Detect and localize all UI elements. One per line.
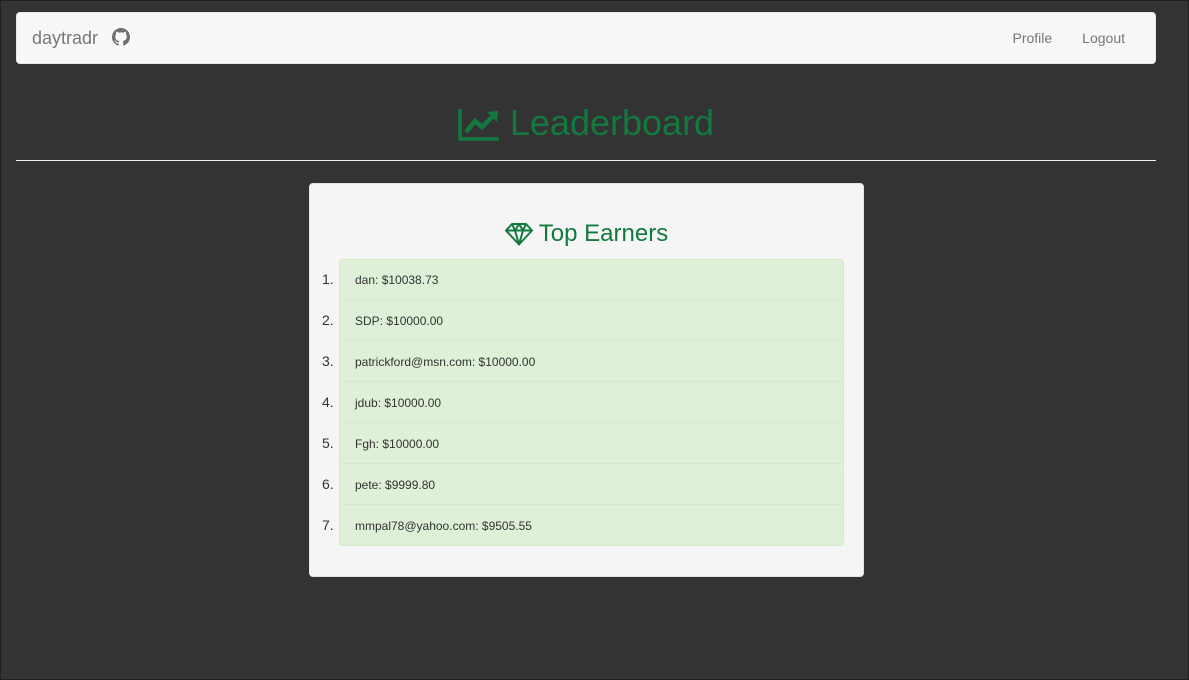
leaderboard-row: 1. dan: $10038.73	[310, 259, 863, 300]
nav-links: Profile Logout	[997, 13, 1140, 63]
rank-number: 4.	[322, 394, 334, 410]
page-title: Leaderboard	[458, 91, 714, 155]
leaderboard-entry: Fgh: $10000.00	[339, 423, 844, 464]
logout-link[interactable]: Logout	[1067, 13, 1140, 63]
page-header: Leaderboard	[16, 91, 1156, 161]
brand-link[interactable]: daytradr	[32, 13, 98, 63]
leaderboard-card: Top Earners 1. dan: $10038.73 2. SDP: $1…	[309, 183, 864, 577]
leaderboard-entry: patrickford@msn.com: $10000.00	[339, 341, 844, 382]
leaderboard-row: 5. Fgh: $10000.00	[310, 423, 863, 464]
leaderboard-entry: mmpal78@yahoo.com: $9505.55	[339, 505, 844, 546]
leaderboard-row: 6. pete: $9999.80	[310, 464, 863, 505]
leaderboard-row: 2. SDP: $10000.00	[310, 300, 863, 341]
leaderboard-row: 4. jdub: $10000.00	[310, 382, 863, 423]
leaderboard-row: 3. patrickford@msn.com: $10000.00	[310, 341, 863, 382]
leaderboard-list: 1. dan: $10038.73 2. SDP: $10000.00 3. p…	[310, 259, 863, 546]
leaderboard-entry: pete: $9999.80	[339, 464, 844, 505]
card-title: Top Earners	[310, 220, 863, 248]
github-icon[interactable]	[112, 28, 130, 46]
page-title-text: Leaderboard	[509, 102, 715, 143]
leaderboard-entry: SDP: $10000.00	[339, 300, 844, 341]
navbar: daytradr Profile Logout	[16, 12, 1156, 64]
profile-link[interactable]: Profile	[997, 13, 1067, 63]
leaderboard-row: 7. mmpal78@yahoo.com: $9505.55	[310, 505, 863, 546]
card-title-text: Top Earners	[538, 220, 669, 247]
rank-number: 2.	[322, 312, 334, 328]
diamond-icon	[504, 222, 533, 246]
rank-number: 7.	[322, 517, 334, 533]
rank-number: 3.	[322, 353, 334, 369]
rank-number: 1.	[322, 271, 334, 287]
rank-number: 5.	[322, 435, 334, 451]
line-chart-icon	[458, 107, 500, 141]
leaderboard-entry: jdub: $10000.00	[339, 382, 844, 423]
leaderboard-entry: dan: $10038.73	[339, 259, 844, 300]
rank-number: 6.	[322, 476, 334, 492]
